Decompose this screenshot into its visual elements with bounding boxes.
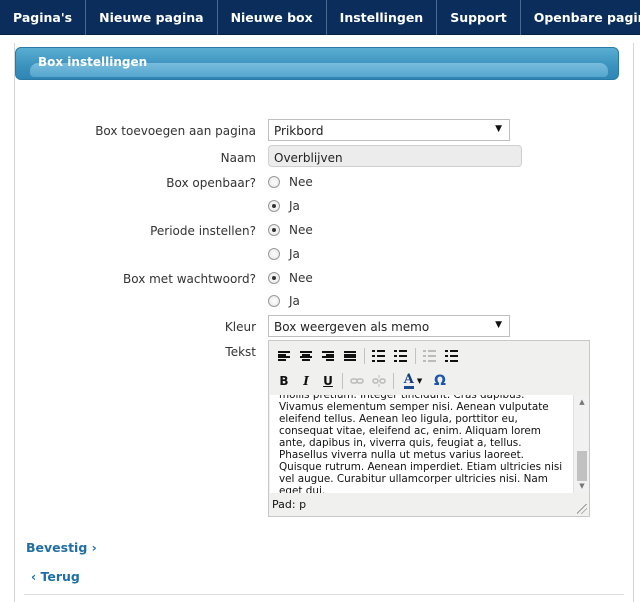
radio-public-nee[interactable] xyxy=(268,176,280,188)
period-label: Periode instellen? xyxy=(150,224,256,238)
page-select-value: Prikbord xyxy=(274,124,324,138)
radio-label: Nee xyxy=(289,175,313,189)
scroll-down-icon[interactable]: ▼ xyxy=(574,479,590,493)
radio-label: Ja xyxy=(289,247,300,261)
special-character-icon[interactable]: Ω xyxy=(429,371,451,391)
dropdown-arrow-icon: ▼ xyxy=(495,320,502,330)
color-select-value: Box weergeven als memo xyxy=(274,320,430,334)
toolbar-separator xyxy=(393,373,394,389)
toolbar-separator xyxy=(342,373,343,389)
chevron-right-icon: › xyxy=(91,540,97,555)
public-option-ja[interactable]: Ja xyxy=(268,198,300,214)
italic-icon[interactable]: I xyxy=(295,371,317,391)
nav-item-openbare-pagina[interactable]: Openbare pagina xyxy=(521,0,640,35)
nav-item-instellingen[interactable]: Instellingen xyxy=(327,0,438,35)
public-option-nee[interactable]: Nee xyxy=(268,174,313,190)
text-label: Tekst xyxy=(225,345,256,359)
align-center-icon[interactable] xyxy=(295,346,317,366)
page-select[interactable]: Prikbord ▼ xyxy=(268,119,510,141)
back-label: Terug xyxy=(40,569,80,584)
period-option-ja[interactable]: Ja xyxy=(268,246,300,262)
password-label: Box met wachtwoord? xyxy=(123,272,256,286)
toolbar-separator xyxy=(415,348,416,364)
nav-item-paginas[interactable]: Pagina's xyxy=(0,0,87,35)
radio-label: Ja xyxy=(289,199,300,213)
password-option-ja[interactable]: Ja xyxy=(268,293,300,309)
editor-scrollbar[interactable]: ▲ ▼ xyxy=(573,395,589,493)
divider xyxy=(24,594,624,595)
chevron-left-icon: ‹ xyxy=(31,569,41,584)
name-field[interactable]: Overblijven xyxy=(268,145,522,167)
align-justify-icon[interactable] xyxy=(339,346,361,366)
top-navigation: Pagina's Nieuwe pagina Nieuwe box Instel… xyxy=(0,0,640,35)
confirm-button[interactable]: Bevestig › xyxy=(26,540,97,555)
rich-text-editor: B I U A ▼ Ω mollis pretium. Integer tinc… xyxy=(268,340,590,517)
radio-label: Nee xyxy=(289,223,313,237)
radio-period-ja[interactable] xyxy=(268,248,280,260)
editor-text: mollis pretium. Integer tincidunt. Cras … xyxy=(279,395,563,493)
text-color-letter: A xyxy=(403,371,414,389)
radio-password-nee[interactable] xyxy=(268,272,280,284)
bullet-list-icon[interactable] xyxy=(368,346,390,366)
panel-header: Box instellingen xyxy=(15,47,619,80)
nav-item-nieuwe-pagina[interactable]: Nieuwe pagina xyxy=(86,0,218,35)
radio-public-ja[interactable] xyxy=(268,200,280,212)
nav-item-support[interactable]: Support xyxy=(437,0,521,35)
panel-title: Box instellingen xyxy=(38,55,148,69)
radio-password-ja[interactable] xyxy=(268,295,280,307)
align-left-icon[interactable] xyxy=(273,346,295,366)
radio-label: Ja xyxy=(289,294,300,308)
unlink-icon[interactable] xyxy=(368,371,390,391)
dropdown-arrow-icon: ▼ xyxy=(495,124,502,134)
resize-handle-icon[interactable] xyxy=(577,504,587,514)
editor-toolbar-row-2: B I U A ▼ Ω xyxy=(273,370,451,392)
nav-item-nieuwe-box[interactable]: Nieuwe box xyxy=(218,0,327,35)
page-select-label: Box toevoegen aan pagina xyxy=(95,124,256,138)
editor-path: Pad: p xyxy=(272,498,307,511)
editor-content-area[interactable]: mollis pretium. Integer tincidunt. Cras … xyxy=(270,395,573,493)
underline-icon[interactable]: U xyxy=(317,371,339,391)
toolbar-separator xyxy=(364,348,365,364)
link-icon[interactable] xyxy=(346,371,368,391)
text-color-icon[interactable]: A ▼ xyxy=(397,371,429,391)
confirm-label: Bevestig xyxy=(26,540,88,555)
name-label: Naam xyxy=(220,151,256,165)
outdent-icon[interactable] xyxy=(419,346,441,366)
indent-icon[interactable] xyxy=(441,346,463,366)
radio-period-nee[interactable] xyxy=(268,224,280,236)
color-select[interactable]: Box weergeven als memo ▼ xyxy=(268,315,510,337)
period-option-nee[interactable]: Nee xyxy=(268,222,313,238)
password-option-nee[interactable]: Nee xyxy=(268,270,313,286)
chevron-down-icon: ▼ xyxy=(416,377,423,385)
name-field-value: Overblijven xyxy=(274,151,343,165)
numbered-list-icon[interactable] xyxy=(390,346,412,366)
scroll-up-icon[interactable]: ▲ xyxy=(574,395,590,409)
scroll-thumb[interactable] xyxy=(577,451,587,481)
public-label: Box openbaar? xyxy=(166,176,256,190)
color-label: Kleur xyxy=(224,320,256,334)
radio-label: Nee xyxy=(289,271,313,285)
bold-icon[interactable]: B xyxy=(273,371,295,391)
align-right-icon[interactable] xyxy=(317,346,339,366)
editor-toolbar-row-1 xyxy=(273,345,463,367)
editor-statusbar: Pad: p xyxy=(270,495,588,515)
back-button[interactable]: ‹ Terug xyxy=(31,569,80,584)
